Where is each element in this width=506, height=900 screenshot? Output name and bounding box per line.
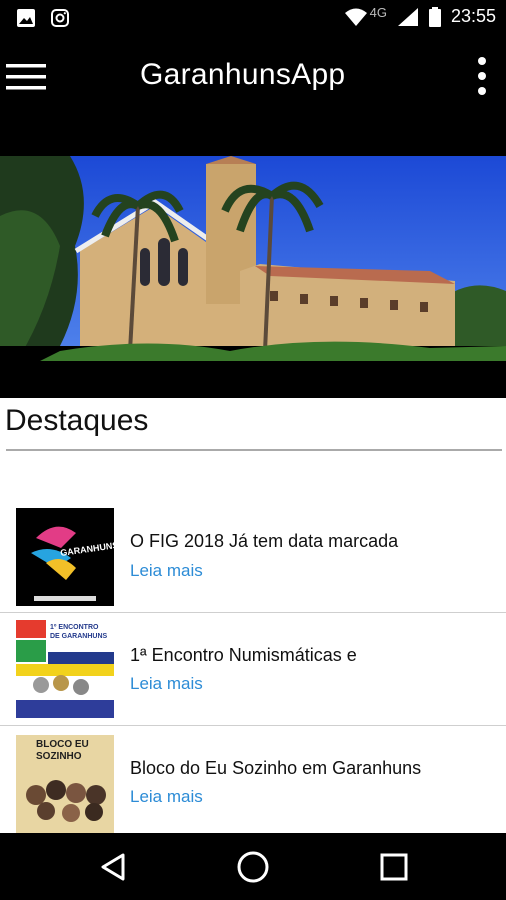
battery-icon (428, 6, 441, 27)
read-more-link[interactable]: Leia mais (130, 674, 203, 694)
recent-apps-icon[interactable] (376, 849, 412, 885)
thumb-heading: BLOCO EU SOZINHO (36, 739, 89, 762)
hamburger-menu-icon[interactable] (6, 60, 46, 94)
news-thumbnail: 1º ENCONTRO DE GARANHUNS (16, 620, 114, 718)
status-bar: 4G 23:55 (0, 0, 506, 36)
item-separator (0, 725, 506, 726)
wifi-icon (344, 8, 367, 26)
read-more-link[interactable]: Leia mais (130, 561, 203, 581)
news-thumbnail: BLOCO EU SOZINHO (16, 735, 114, 833)
content-panel: Destaques GARANHUNS O FIG 2018 Já tem da… (0, 398, 506, 833)
news-thumbnail: GARANHUNS (16, 508, 114, 606)
overflow-menu-icon[interactable] (476, 56, 488, 96)
news-item[interactable]: 1º ENCONTRO DE GARANHUNS 1ª Encontro Num… (0, 614, 506, 726)
news-title: 1ª Encontro Numismáticas e (130, 645, 357, 665)
read-more-link[interactable]: Leia mais (130, 787, 203, 807)
home-icon[interactable] (235, 849, 271, 885)
item-separator (0, 612, 506, 613)
app-bar: GaranhunsApp (0, 36, 506, 156)
section-divider (6, 449, 502, 451)
back-icon[interactable] (95, 849, 131, 885)
news-item[interactable]: BLOCO EU SOZINHO Bloco do Eu Sozinho em … (0, 727, 506, 833)
app-title: GaranhunsApp (140, 58, 346, 91)
hero-image (0, 156, 506, 398)
system-navigation-bar (0, 833, 506, 900)
cellular-signal-icon (397, 7, 418, 26)
network-type-label: 4G (369, 5, 387, 20)
section-title: Destaques (5, 404, 149, 437)
church-photo (0, 156, 506, 398)
news-title: Bloco do Eu Sozinho em Garanhuns (130, 758, 422, 778)
image-notification-icon (17, 9, 35, 27)
thumb-heading: 1º ENCONTRO DE GARANHUNS (50, 624, 108, 640)
instagram-notification-icon (51, 9, 69, 27)
news-item[interactable]: GARANHUNS O FIG 2018 Já tem data marcada… (0, 501, 506, 613)
news-title: O FIG 2018 Já tem data marcada (130, 531, 399, 551)
status-time: 23:55 (450, 6, 496, 26)
